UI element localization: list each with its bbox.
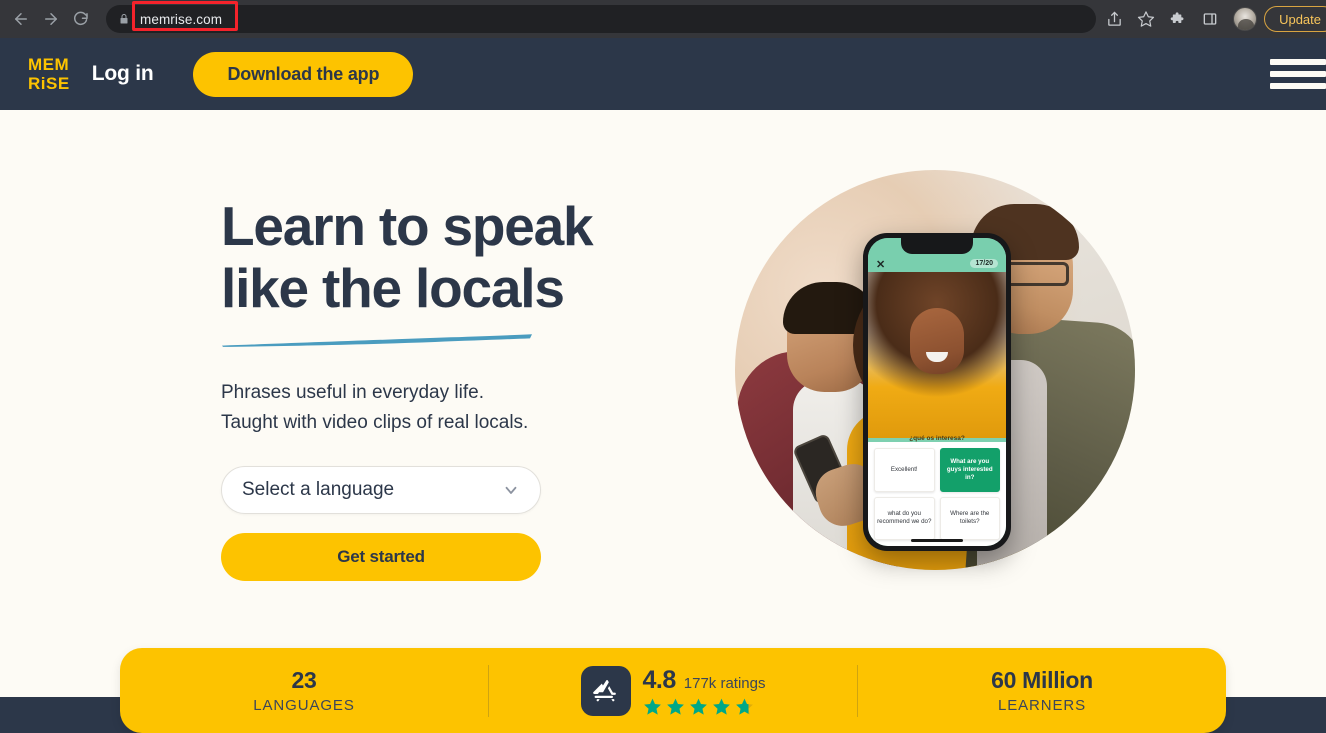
browser-toolbar: memrise.com Update <box>0 0 1326 38</box>
hamburger-bar <box>1270 83 1326 89</box>
phone-answer-card[interactable]: what do you recommend we do? <box>874 496 935 540</box>
browser-toolbar-actions: Update <box>1099 4 1326 34</box>
rating-details: 4.8 177k ratings <box>643 666 766 716</box>
hamburger-bar <box>1270 71 1326 77</box>
phone-home-indicator <box>911 539 963 542</box>
phone-progress-counter: 17/20 <box>970 259 998 268</box>
profile-avatar[interactable] <box>1233 7 1258 31</box>
stat-learners: 60 Million LEARNERS <box>858 667 1226 714</box>
chevron-down-icon <box>502 481 520 499</box>
phone-prompt-text: ¿qué os interesa? <box>909 435 965 442</box>
phone-video-face <box>910 308 964 374</box>
back-arrow-icon[interactable] <box>6 4 36 34</box>
logo-line-2: RiSE <box>28 74 70 93</box>
stat-languages: 23 LANGUAGES <box>120 667 488 714</box>
star-icon <box>712 697 731 716</box>
phone-video-area <box>868 256 1006 438</box>
brush-underline-decoration <box>222 334 532 347</box>
memrise-logo[interactable]: MEM RiSE <box>28 55 70 93</box>
browser-nav-buttons <box>0 4 96 34</box>
rating-top-row: 4.8 177k ratings <box>643 666 766 695</box>
get-started-button[interactable]: Get started <box>221 533 541 581</box>
page-title: Learn to speak like the locals <box>221 195 641 319</box>
side-panel-icon[interactable] <box>1195 4 1225 34</box>
app-store-icon <box>580 665 631 716</box>
hero-subtext: Phrases useful in everyday life. Taught … <box>221 378 641 438</box>
star-icon <box>689 697 708 716</box>
star-icon <box>643 697 662 716</box>
phone-notch <box>901 238 973 254</box>
headline-line-1: Learn to speak <box>221 195 594 257</box>
phone-answer-card-selected[interactable]: What are you guys interested in? <box>939 448 1000 492</box>
address-bar[interactable]: memrise.com <box>106 1 1096 33</box>
hero-illustration: ✕ 17/20 ¿qué os interesa? Excellent! Wha… <box>735 170 1135 570</box>
phone-screen: ✕ 17/20 ¿qué os interesa? Excellent! Wha… <box>868 238 1006 546</box>
update-button[interactable]: Update <box>1264 6 1326 32</box>
url-text: memrise.com <box>140 11 223 27</box>
star-icon <box>666 697 685 716</box>
login-link[interactable]: Log in <box>92 62 154 86</box>
stat-value: 23 <box>291 667 317 693</box>
phone-answer-cards: Excellent! What are you guys interested … <box>868 442 1006 546</box>
hero-section: Learn to speak like the locals Phrases u… <box>0 110 1326 697</box>
headline-line-2: like the locals <box>221 257 565 319</box>
language-select-value: Select a language <box>242 479 395 500</box>
hamburger-bar <box>1270 59 1326 65</box>
rating-stars <box>643 697 766 716</box>
extensions-puzzle-icon[interactable] <box>1163 4 1193 34</box>
rating-group: 4.8 177k ratings <box>580 665 766 716</box>
stat-label: LEARNERS <box>997 697 1087 714</box>
subtext-line-1: Phrases useful in everyday life. <box>221 382 484 403</box>
stats-bar: 23 LANGUAGES 4.8 177k ratings 60 Million… <box>120 648 1226 733</box>
hamburger-menu-icon[interactable] <box>1270 59 1326 89</box>
download-app-button[interactable]: Download the app <box>193 51 414 97</box>
bookmark-star-icon[interactable] <box>1131 4 1161 34</box>
phone-answer-card[interactable]: Excellent! <box>874 448 935 492</box>
star-icon-partial <box>735 697 754 716</box>
rating-score: 4.8 <box>642 665 677 694</box>
site-header: MEM RiSE Log in Download the app <box>0 38 1326 110</box>
share-icon[interactable] <box>1099 4 1129 34</box>
reload-icon[interactable] <box>66 4 96 34</box>
phone-close-icon[interactable]: ✕ <box>876 258 885 271</box>
logo-line-1: MEM <box>28 55 70 74</box>
rating-count: 177k ratings <box>683 674 766 692</box>
stat-label: LANGUAGES <box>253 697 355 714</box>
stat-app-rating: 4.8 177k ratings <box>489 665 857 716</box>
subtext-line-2: Taught with video clips of real locals. <box>221 412 529 433</box>
stat-value: 60 Million <box>991 667 1093 693</box>
hero-copy: Learn to speak like the locals Phrases u… <box>221 195 641 581</box>
phone-mockup: ✕ 17/20 ¿qué os interesa? Excellent! Wha… <box>863 233 1011 551</box>
forward-arrow-icon[interactable] <box>36 4 66 34</box>
language-select[interactable]: Select a language <box>221 466 541 514</box>
phone-answer-card[interactable]: Where are the toilets? <box>939 496 1000 540</box>
lock-icon <box>118 12 130 26</box>
